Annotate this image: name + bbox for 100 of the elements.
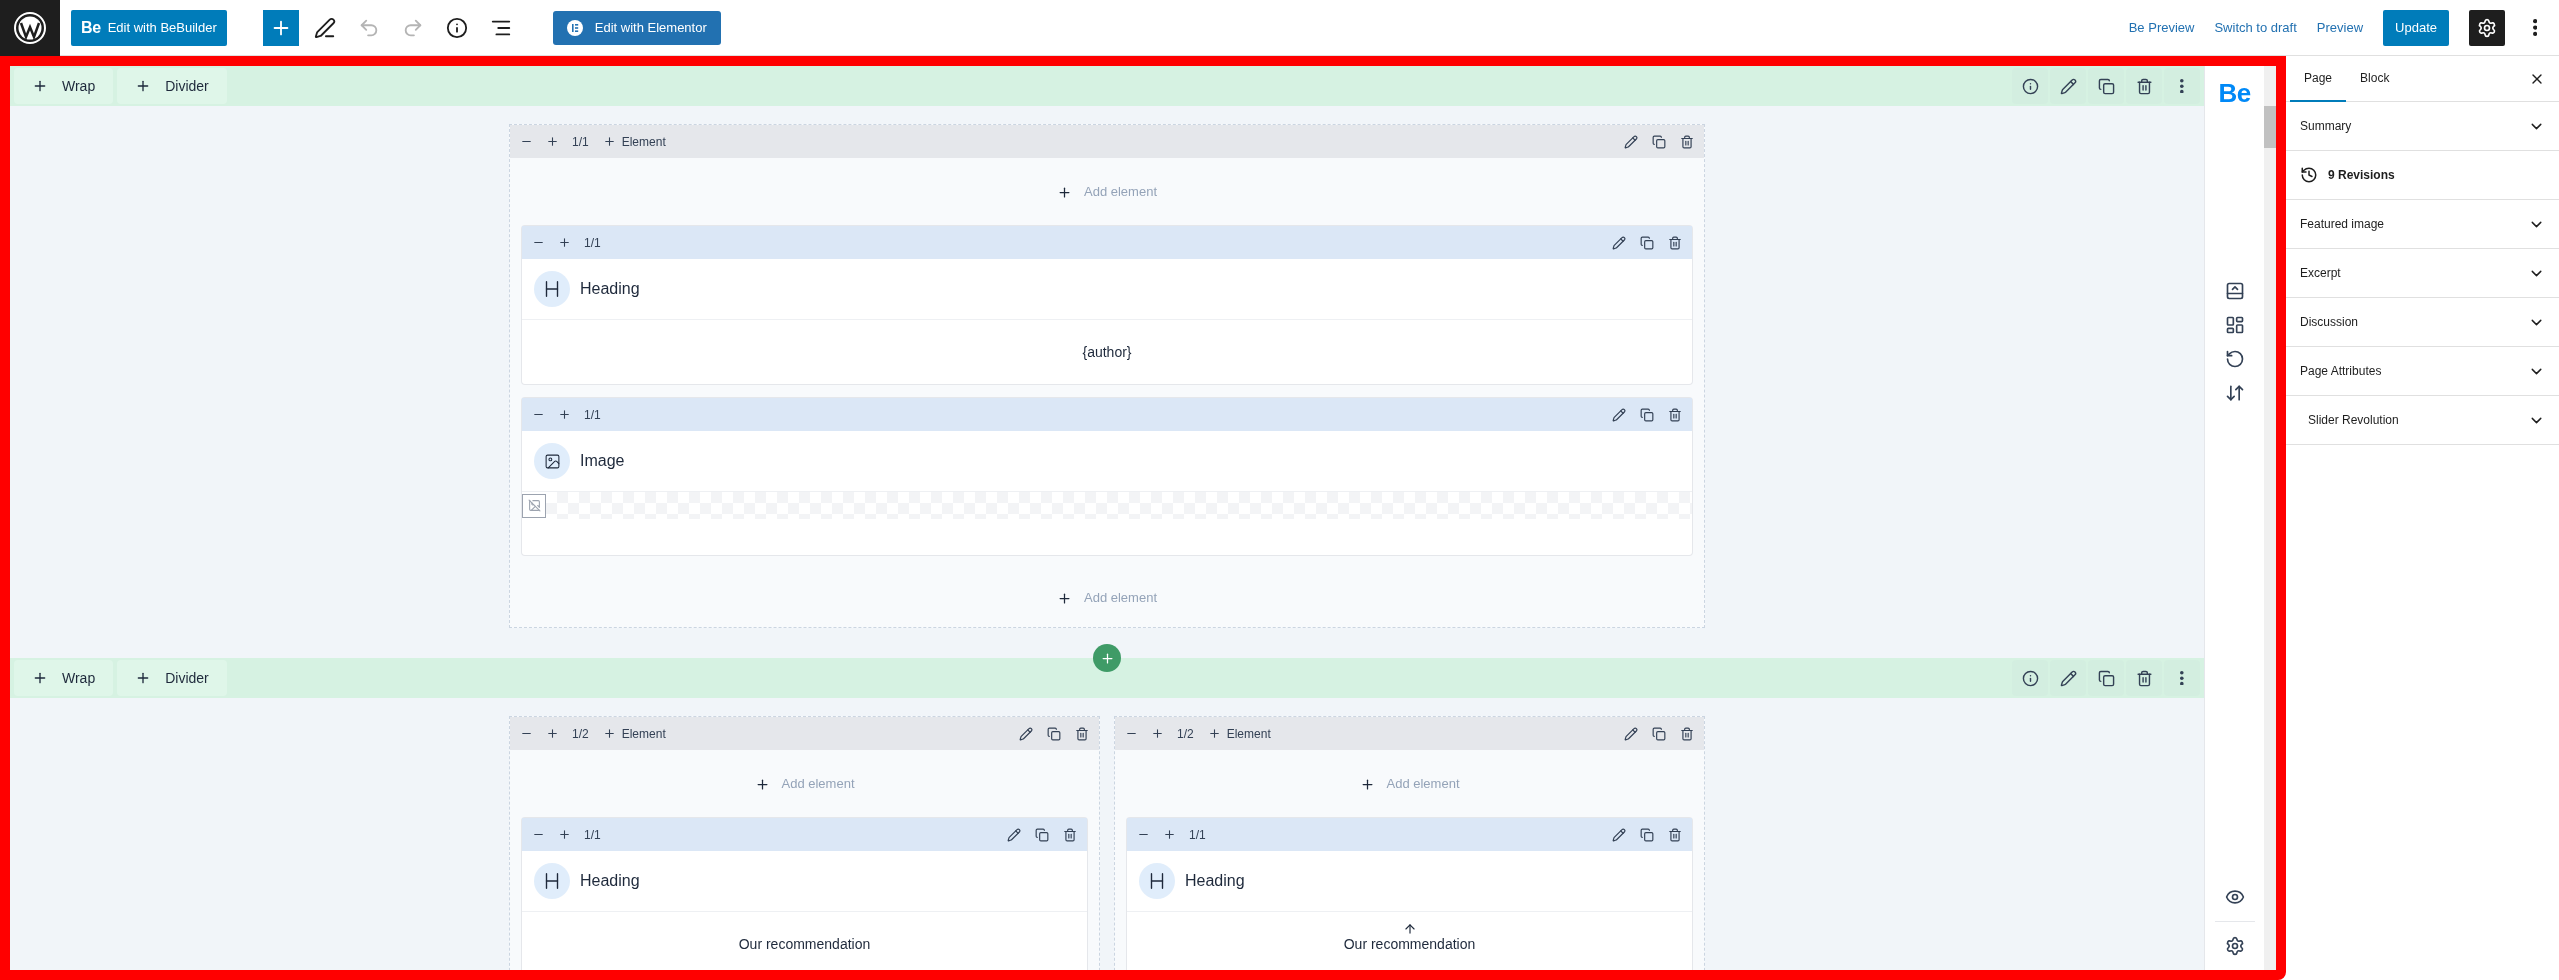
kebab-icon [2180, 78, 2184, 94]
kebab-icon [2532, 19, 2538, 36]
trash-icon [1063, 827, 1077, 842]
edit-button[interactable] [2050, 660, 2086, 696]
element-title: Heading [1185, 871, 1245, 891]
history-button[interactable] [2224, 349, 2245, 369]
plus-icon [1207, 727, 1221, 740]
copy-icon [1640, 407, 1654, 422]
copy-icon [1652, 726, 1666, 741]
copy-icon [2097, 669, 2115, 687]
add-element-button[interactable]: Element [596, 721, 672, 746]
info-button[interactable] [2012, 660, 2048, 696]
plus-icon [1099, 650, 1115, 666]
edit-with-elementor-button[interactable]: Edit with Elementor [552, 10, 721, 45]
settings-button[interactable] [2224, 936, 2245, 956]
plus-icon [545, 727, 559, 740]
plus-icon [557, 828, 571, 841]
sidebar-panel-toggle[interactable]: Excerpt [2286, 249, 2559, 298]
sidebar-panel-toggle[interactable]: Summary [2286, 102, 2559, 151]
plus-icon [602, 727, 616, 740]
add-layout-button[interactable] [2224, 315, 2245, 335]
section-add-button[interactable]: Wrap [14, 68, 114, 104]
layout-icon [2224, 315, 2245, 335]
gear-icon [2477, 17, 2497, 38]
pencil-icon [1612, 235, 1626, 250]
element-title: Image [580, 451, 625, 471]
section-add-button[interactable]: Divider [117, 660, 227, 696]
pencil-icon [1019, 726, 1033, 741]
trash-icon [1668, 235, 1682, 250]
plus-icon [754, 776, 770, 792]
broken-image-icon [522, 493, 546, 518]
wordpress-logo[interactable] [0, 0, 60, 56]
copy-icon [1652, 134, 1666, 149]
size-label: 1/2 [571, 725, 590, 743]
size-label: 1/1 [583, 234, 602, 252]
sidebar-panel-toggle[interactable]: Slider Revolution [2286, 396, 2559, 445]
kebab-icon [2180, 670, 2184, 686]
revisions-link[interactable]: 9 Revisions [2300, 166, 2395, 184]
sidebar-panel-toggle[interactable]: Page Attributes [2286, 347, 2559, 396]
size-label: 1/2 [1176, 725, 1195, 743]
trash-icon [1680, 134, 1694, 149]
header-link[interactable]: Preview [2316, 17, 2364, 38]
trash-icon [1668, 407, 1682, 422]
section-add-button[interactable]: Divider [117, 68, 227, 104]
delete-button[interactable] [2126, 68, 2162, 104]
pencil-icon [1007, 827, 1021, 842]
preview-button[interactable] [2224, 887, 2245, 907]
delete-button[interactable] [2126, 660, 2162, 696]
size-label: 1/1 [571, 133, 590, 151]
copy-button[interactable] [2088, 68, 2124, 104]
pencil-icon [1624, 134, 1638, 149]
add-section-button[interactable] [1093, 644, 1121, 672]
plus-icon [1150, 727, 1164, 740]
plus-icon [602, 135, 616, 148]
add-element-button[interactable]: Element [1201, 721, 1277, 746]
sidebar-tab[interactable]: Page [2290, 55, 2347, 102]
size-label: 1/1 [1188, 826, 1207, 844]
plus-icon [1057, 590, 1072, 606]
info-icon [445, 16, 468, 39]
copy-icon [1035, 827, 1049, 842]
sidebar-panel-toggle[interactable]: Featured image [2286, 200, 2559, 249]
bebuilder-logo: Be [2218, 77, 2251, 110]
copy-button[interactable] [2088, 660, 2124, 696]
edit-with-bebuilder-button[interactable]: Be Edit with BeBuilder [71, 9, 227, 46]
plus-icon [32, 78, 48, 94]
gear-icon [2224, 936, 2245, 956]
pen-icon [313, 16, 336, 39]
import-icon [2224, 281, 2245, 301]
element-title: Heading [580, 279, 640, 299]
section-add-button[interactable]: Wrap [14, 660, 114, 696]
import-button[interactable] [2224, 281, 2245, 301]
eye-icon [2224, 887, 2245, 907]
update-button[interactable]: Update [2383, 9, 2449, 46]
add-element-button[interactable]: Element [596, 129, 672, 154]
trash-icon [1680, 726, 1694, 741]
copy-icon [1640, 827, 1654, 842]
header-link[interactable]: Switch to draft [2214, 17, 2297, 38]
trash-icon [2135, 77, 2153, 95]
size-label: 1/1 [583, 406, 602, 424]
edit-button[interactable] [2050, 68, 2086, 104]
plus-icon [1057, 184, 1072, 200]
add-block-button[interactable] [262, 9, 299, 46]
history-icon [2224, 349, 2245, 369]
info-icon [2021, 669, 2039, 687]
sort-button[interactable] [2224, 383, 2245, 403]
sidebar-panel-toggle[interactable]: Discussion [2286, 298, 2559, 347]
scrollbar-thumb[interactable] [2264, 106, 2276, 148]
heading-icon [534, 863, 570, 899]
heading-text: {author} [1082, 342, 1132, 362]
header-link[interactable]: Be Preview [2128, 17, 2195, 38]
settings-button[interactable] [2469, 9, 2505, 46]
plus-icon [32, 670, 48, 686]
plus-icon [1162, 828, 1176, 841]
sidebar-tab[interactable]: Block [2346, 55, 2404, 102]
info-button[interactable] [2012, 68, 2048, 104]
image-icon [534, 443, 570, 479]
trash-icon [1075, 726, 1089, 741]
pencil-icon [1612, 407, 1626, 422]
copy-icon [2097, 77, 2115, 95]
elementor-logo [566, 19, 583, 36]
